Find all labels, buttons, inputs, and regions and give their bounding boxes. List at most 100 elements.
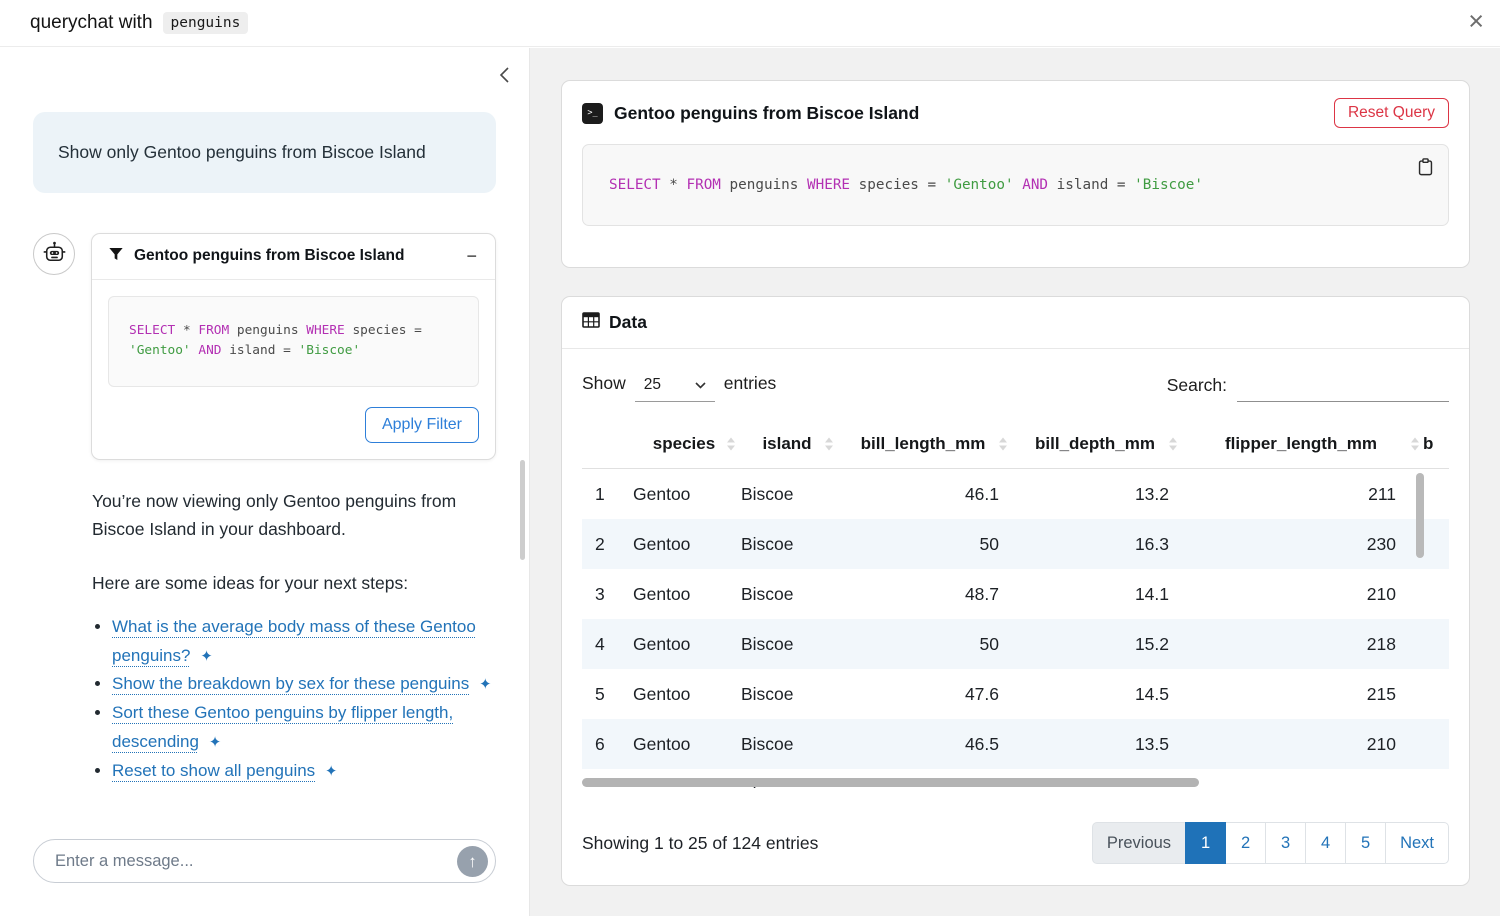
show-label: Show bbox=[582, 373, 626, 394]
suggestion-item: What is the average body mass of these G… bbox=[112, 613, 496, 671]
column-header-island[interactable]: island bbox=[738, 420, 836, 469]
page-button-1[interactable]: 1 bbox=[1185, 822, 1226, 864]
entries-label: entries bbox=[724, 373, 777, 394]
sidebar-scrollbar[interactable] bbox=[520, 460, 525, 560]
message-input[interactable] bbox=[53, 851, 457, 872]
table-row: 5GentooBiscoe47.614.5215 bbox=[582, 669, 1449, 719]
sparkle-icon: ✦ bbox=[325, 763, 338, 780]
table-row: 1GentooBiscoe46.113.2211 bbox=[582, 469, 1449, 520]
filter-card-body: SELECT * FROM penguins WHERE species = '… bbox=[92, 280, 495, 403]
data-card-title: Data bbox=[609, 312, 647, 333]
querychat-app: querychat with penguins × Show only Gent… bbox=[0, 0, 1500, 916]
table-cell: 1 bbox=[582, 469, 630, 520]
close-icon[interactable]: × bbox=[1464, 4, 1488, 39]
table-cell: 16.3 bbox=[1010, 519, 1180, 569]
assistant-message-row: Gentoo penguins from Biscoe Island − SEL… bbox=[33, 233, 496, 460]
suggestion-list: What is the average body mass of these G… bbox=[92, 613, 496, 786]
table-cell: 3 bbox=[582, 569, 630, 619]
send-icon[interactable]: ↑ bbox=[457, 846, 488, 877]
page-button-2[interactable]: 2 bbox=[1225, 822, 1266, 864]
table-cell bbox=[1422, 719, 1449, 769]
table-cell: Gentoo bbox=[630, 469, 738, 520]
page-length-value: 25 bbox=[644, 376, 661, 394]
sidebar-collapse-icon[interactable] bbox=[496, 64, 512, 89]
app-title: querychat with penguins bbox=[30, 12, 248, 34]
table-cell: Biscoe bbox=[738, 719, 836, 769]
table-row: 2GentooBiscoe5016.3230 bbox=[582, 519, 1449, 569]
table-cell: 47.6 bbox=[836, 669, 1010, 719]
table-cell: 215 bbox=[1180, 669, 1422, 719]
column-header-bill_length_mm[interactable]: bill_length_mm bbox=[836, 420, 1010, 469]
table-cell: 218 bbox=[1180, 619, 1422, 669]
search-input[interactable] bbox=[1237, 373, 1449, 402]
sparkle-icon: ✦ bbox=[479, 676, 492, 693]
dataset-chip: penguins bbox=[163, 12, 249, 34]
page-button-5[interactable]: 5 bbox=[1345, 822, 1386, 864]
table-cell: 4 bbox=[582, 619, 630, 669]
page-button-3[interactable]: 3 bbox=[1265, 822, 1306, 864]
app-title-text: querychat with bbox=[30, 12, 153, 34]
copy-icon[interactable] bbox=[1415, 155, 1436, 183]
suggestion-link[interactable]: What is the average body mass of these G… bbox=[112, 617, 476, 665]
table-cell: 14.1 bbox=[1010, 569, 1180, 619]
column-header-bill_depth_mm[interactable]: bill_depth_mm bbox=[1010, 420, 1180, 469]
page-button-previous[interactable]: Previous bbox=[1092, 822, 1186, 864]
reset-query-button[interactable]: Reset Query bbox=[1334, 98, 1449, 128]
page-length-control: Show 25 entries bbox=[582, 373, 776, 402]
horizontal-scrollbar[interactable] bbox=[582, 778, 1199, 787]
suggestion-item: Show the breakdown by sex for these peng… bbox=[112, 670, 496, 699]
table-cell: Biscoe bbox=[738, 469, 836, 520]
page-length-select[interactable]: 25 bbox=[635, 376, 715, 402]
table-cell: Gentoo bbox=[630, 569, 738, 619]
page-button-4[interactable]: 4 bbox=[1305, 822, 1346, 864]
table-footer: Showing 1 to 25 of 124 entries Previous1… bbox=[562, 804, 1469, 885]
table-cell: 2 bbox=[582, 519, 630, 569]
robot-avatar-icon bbox=[33, 233, 75, 275]
table-cell: 15.2 bbox=[1010, 619, 1180, 669]
column-header-flipper_length_mm[interactable]: flipper_length_mm bbox=[1180, 420, 1422, 469]
dashboard-main: >_ Gentoo penguins from Biscoe Island Re… bbox=[529, 48, 1500, 916]
table-cell: 46.5 bbox=[836, 719, 1010, 769]
data-card: Data Show 25 entries Search: bbox=[561, 296, 1470, 886]
table-cell: Biscoe bbox=[738, 619, 836, 669]
terminal-icon: >_ bbox=[582, 103, 603, 124]
query-card: >_ Gentoo penguins from Biscoe Island Re… bbox=[561, 80, 1470, 268]
table-cell: 13.5 bbox=[1010, 719, 1180, 769]
minimize-icon[interactable]: − bbox=[464, 247, 479, 265]
sql-code-text: SELECT * FROM penguins WHERE species = '… bbox=[609, 177, 1203, 193]
top-bar: querychat with penguins × bbox=[0, 0, 1500, 47]
table-cell: 230 bbox=[1180, 519, 1422, 569]
query-card-header: >_ Gentoo penguins from Biscoe Island Re… bbox=[562, 81, 1469, 128]
table-cell bbox=[1422, 519, 1449, 569]
table-cell: 48.7 bbox=[836, 569, 1010, 619]
sort-icon bbox=[727, 438, 735, 451]
apply-filter-button[interactable]: Apply Filter bbox=[365, 407, 479, 443]
table-body: 1GentooBiscoe46.113.22112GentooBiscoe501… bbox=[582, 469, 1449, 789]
table-cell bbox=[1422, 469, 1449, 520]
page-button-next[interactable]: Next bbox=[1385, 822, 1449, 864]
table-cell: 211 bbox=[1180, 469, 1422, 520]
table-row: 6GentooBiscoe46.513.5210 bbox=[582, 719, 1449, 769]
table-cell: Gentoo bbox=[630, 519, 738, 569]
table-cell: Gentoo bbox=[630, 619, 738, 669]
data-table-wrapper: speciesislandbill_length_mmbill_depth_mm… bbox=[582, 420, 1449, 788]
suggestion-link[interactable]: Reset to show all penguins bbox=[112, 761, 315, 780]
suggestion-link[interactable]: Sort these Gentoo penguins by flipper le… bbox=[112, 703, 453, 751]
sql-code-block-main: SELECT * FROM penguins WHERE species = '… bbox=[582, 144, 1449, 226]
table-cell: Gentoo bbox=[630, 719, 738, 769]
sql-code-block-sidebar: SELECT * FROM penguins WHERE species = '… bbox=[108, 296, 479, 387]
table-cell: 5 bbox=[582, 669, 630, 719]
table-cell: 50 bbox=[836, 519, 1010, 569]
table-cell bbox=[1422, 569, 1449, 619]
table-cell: 50 bbox=[836, 619, 1010, 669]
suggestion-item: Sort these Gentoo penguins by flipper le… bbox=[112, 699, 496, 757]
table-cell: Biscoe bbox=[738, 669, 836, 719]
chat-input-container: ↑ bbox=[33, 839, 496, 883]
column-header-species[interactable]: species bbox=[630, 420, 738, 469]
vertical-scrollbar[interactable] bbox=[1416, 473, 1424, 558]
table-cell: 13.2 bbox=[1010, 469, 1180, 520]
sort-icon bbox=[999, 438, 1007, 451]
suggestion-link[interactable]: Show the breakdown by sex for these peng… bbox=[112, 674, 469, 693]
table-cell: Gentoo bbox=[630, 669, 738, 719]
query-card-title: Gentoo penguins from Biscoe Island bbox=[614, 103, 1323, 124]
